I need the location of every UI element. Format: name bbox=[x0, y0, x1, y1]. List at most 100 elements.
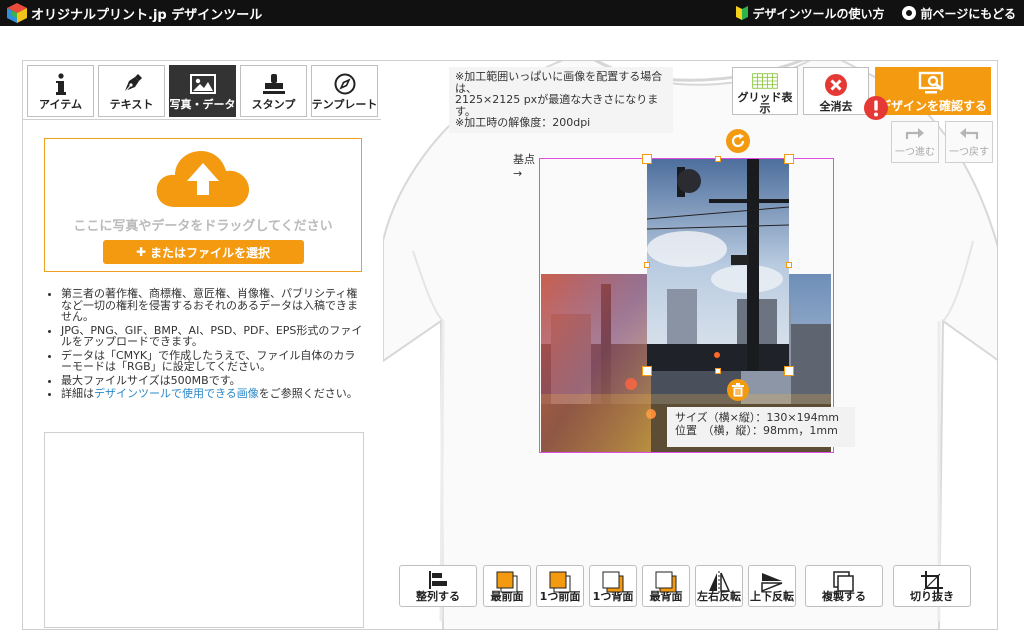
how-to-label: デザインツールの使い方 bbox=[752, 6, 885, 21]
print-info-notice: ※加工範囲いっぱいに画像を配置する場合は、 2125×2125 pxが最適な大き… bbox=[449, 67, 673, 133]
info-line: ※加工時の解像度：200dpi bbox=[455, 116, 591, 129]
close-circle-icon bbox=[825, 74, 847, 96]
redo-button[interactable]: 一つ進む bbox=[891, 121, 939, 163]
send-back-icon bbox=[655, 571, 677, 593]
tab-stamp[interactable]: スタンプ bbox=[240, 65, 307, 117]
send-to-back-button[interactable]: 最背面 bbox=[642, 565, 690, 607]
tab-photo-data[interactable]: 写真・データ bbox=[169, 65, 236, 117]
tab-item-label: アイテム bbox=[39, 98, 82, 111]
beginner-mark-icon bbox=[736, 6, 749, 20]
align-button[interactable]: 整列する bbox=[399, 565, 477, 607]
align-label: 整列する bbox=[416, 590, 460, 603]
select-file-button[interactable]: ✚ またはファイルを選択 bbox=[102, 240, 304, 264]
uploaded-files-list bbox=[44, 432, 364, 628]
tab-template[interactable]: テンプレート bbox=[311, 65, 378, 117]
confirm-design-button[interactable]: デザインを確認する bbox=[875, 67, 991, 115]
resize-handle-left[interactable] bbox=[644, 262, 650, 268]
tab-item[interactable]: アイテム bbox=[27, 65, 94, 117]
arrange-toolbar: 整列する 最前面 1つ前面 1つ背面 最背面 左右反転 上下反転 複製する 切り… bbox=[383, 565, 997, 611]
duplicate-icon bbox=[833, 571, 854, 592]
redo-icon bbox=[905, 128, 924, 139]
note-suffix: をご参照ください。 bbox=[258, 387, 358, 400]
trash-icon bbox=[732, 383, 744, 397]
bring-forward-icon bbox=[549, 571, 571, 593]
undo-button[interactable]: 一つ戻す bbox=[945, 121, 993, 163]
grid-icon bbox=[752, 73, 778, 89]
drop-instruction: ここに写真やデータをドラッグしてください bbox=[73, 219, 333, 234]
note-item: データは「CMYK」で作成したうえで、ファイル自体のカラーモードは「RGB」に設… bbox=[61, 349, 365, 373]
logo-icon bbox=[6, 2, 28, 24]
upload-notes: 第三者の著作権、商標権、意匠権、肖像権、パブリシティ権など一切の権利を侵害するお… bbox=[47, 288, 365, 402]
stamp-icon bbox=[262, 72, 286, 96]
redo-label: 一つ進む bbox=[895, 147, 935, 158]
note-item: 第三者の著作権、商標権、意匠権、肖像権、パブリシティ権など一切の権利を侵害するお… bbox=[61, 288, 365, 323]
bring-forward-button[interactable]: 1つ前面 bbox=[536, 565, 584, 607]
delete-handle[interactable] bbox=[727, 379, 749, 401]
info-line: 2125×2125 pxが最適な大きさになります。 bbox=[455, 93, 659, 118]
editor-frame: アイテム テキスト 写真・データ スタンプ テンプレート ここに写真やデータをド… bbox=[22, 60, 998, 630]
resize-handle-bottom[interactable] bbox=[715, 368, 721, 374]
base-point-arrow-icon: → bbox=[513, 167, 523, 180]
resize-handle-top-left[interactable] bbox=[642, 154, 652, 164]
back-label: 前ページにもどる bbox=[920, 6, 1016, 21]
undo-label: 一つ戻す bbox=[949, 147, 989, 158]
tab-template-label: テンプレート bbox=[311, 98, 378, 111]
left-panel: アイテム テキスト 写真・データ スタンプ テンプレート ここに写真やデータをド… bbox=[23, 61, 381, 629]
base-point-text: 基点 bbox=[513, 153, 535, 166]
design-canvas[interactable]: ※加工範囲いっぱいに画像を配置する場合は、 2125×2125 pxが最適な大き… bbox=[383, 61, 997, 629]
resize-handle-right[interactable] bbox=[786, 262, 792, 268]
info-line: ※加工範囲いっぱいに画像を配置する場合は、 bbox=[455, 70, 663, 95]
crop-button[interactable]: 切り抜き bbox=[893, 565, 971, 607]
resize-handle-bottom-right[interactable] bbox=[784, 366, 794, 376]
resize-handle-bottom-left[interactable] bbox=[642, 366, 652, 376]
size-position-readout: サイズ（横×縦）：130×194mm 位置 （横，縦）：98mm，1mm bbox=[667, 407, 855, 447]
preview-monitor-icon bbox=[918, 71, 944, 94]
top-bar: オリジナルプリント.jp デザインツール デザインツールの使い方 前ページにもど… bbox=[0, 0, 1024, 26]
flip-vertical-button[interactable]: 上下反転 bbox=[748, 565, 796, 607]
tab-stamp-label: スタンプ bbox=[251, 98, 296, 111]
bring-front-icon bbox=[496, 571, 518, 593]
clear-all-button[interactable]: 全消去 bbox=[803, 67, 869, 115]
flip-vertical-icon bbox=[761, 573, 783, 593]
tab-photo-data-label: 写真・データ bbox=[169, 98, 236, 111]
clear-label: 全消去 bbox=[819, 100, 853, 113]
cloud-upload-icon bbox=[156, 151, 250, 207]
tab-text[interactable]: テキスト bbox=[98, 65, 165, 117]
info-icon bbox=[54, 72, 68, 96]
crop-icon bbox=[921, 571, 943, 593]
resize-handle-top[interactable] bbox=[715, 156, 721, 162]
back-link[interactable]: 前ページにもどる bbox=[902, 5, 1016, 22]
usable-images-link[interactable]: デザインツールで使用できる画像 bbox=[94, 387, 259, 400]
rotate-icon bbox=[731, 133, 745, 148]
bring-to-front-button[interactable]: 最前面 bbox=[483, 565, 531, 607]
flip-horizontal-icon bbox=[709, 571, 731, 593]
send-backward-button[interactable]: 1つ背面 bbox=[589, 565, 637, 607]
resize-handle-top-right[interactable] bbox=[784, 154, 794, 164]
compass-icon bbox=[334, 72, 356, 96]
send-backward-icon bbox=[602, 571, 624, 593]
pen-icon bbox=[121, 72, 143, 96]
site-logo-text[interactable]: オリジナルプリント.jp デザインツール bbox=[31, 4, 262, 23]
tab-text-label: テキスト bbox=[109, 98, 154, 111]
note-item: 詳細はデザインツールで使用できる画像をご参照ください。 bbox=[61, 388, 365, 400]
base-point-label: 基点 → bbox=[513, 151, 535, 180]
position-readout: 位置 （横，縦）：98mm，1mm bbox=[675, 424, 838, 437]
duplicate-button[interactable]: 複製する bbox=[805, 565, 883, 607]
back-circle-icon bbox=[902, 6, 917, 20]
flip-horizontal-button[interactable]: 左右反転 bbox=[695, 565, 743, 607]
how-to-link[interactable]: デザインツールの使い方 bbox=[736, 5, 884, 22]
plus-icon: ✚ bbox=[135, 245, 147, 259]
rotate-handle[interactable] bbox=[726, 129, 750, 153]
note-item: 最大ファイルサイズは500MBです。 bbox=[61, 374, 365, 387]
undo-icon bbox=[960, 128, 979, 139]
align-icon bbox=[429, 571, 447, 589]
confirm-label: デザインを確認する bbox=[878, 99, 987, 113]
photo-panel: ここに写真やデータをドラッグしてください ✚ またはファイルを選択 第三者の著作… bbox=[23, 119, 381, 629]
grid-toggle-button[interactable]: グリッド表示 bbox=[732, 67, 798, 115]
note-item: JPG、PNG、GIF、BMP、AI、PSD、PDF、EPS形式のファイルをアッ… bbox=[61, 324, 365, 348]
size-readout: サイズ（横×縦）：130×194mm bbox=[675, 411, 840, 424]
file-drop-zone[interactable]: ここに写真やデータをドラッグしてください ✚ またはファイルを選択 bbox=[44, 138, 362, 272]
grid-label: グリッド表示 bbox=[737, 91, 793, 115]
select-file-label: またはファイルを選択 bbox=[150, 245, 271, 260]
selected-photo-utility-pole[interactable] bbox=[647, 159, 789, 371]
